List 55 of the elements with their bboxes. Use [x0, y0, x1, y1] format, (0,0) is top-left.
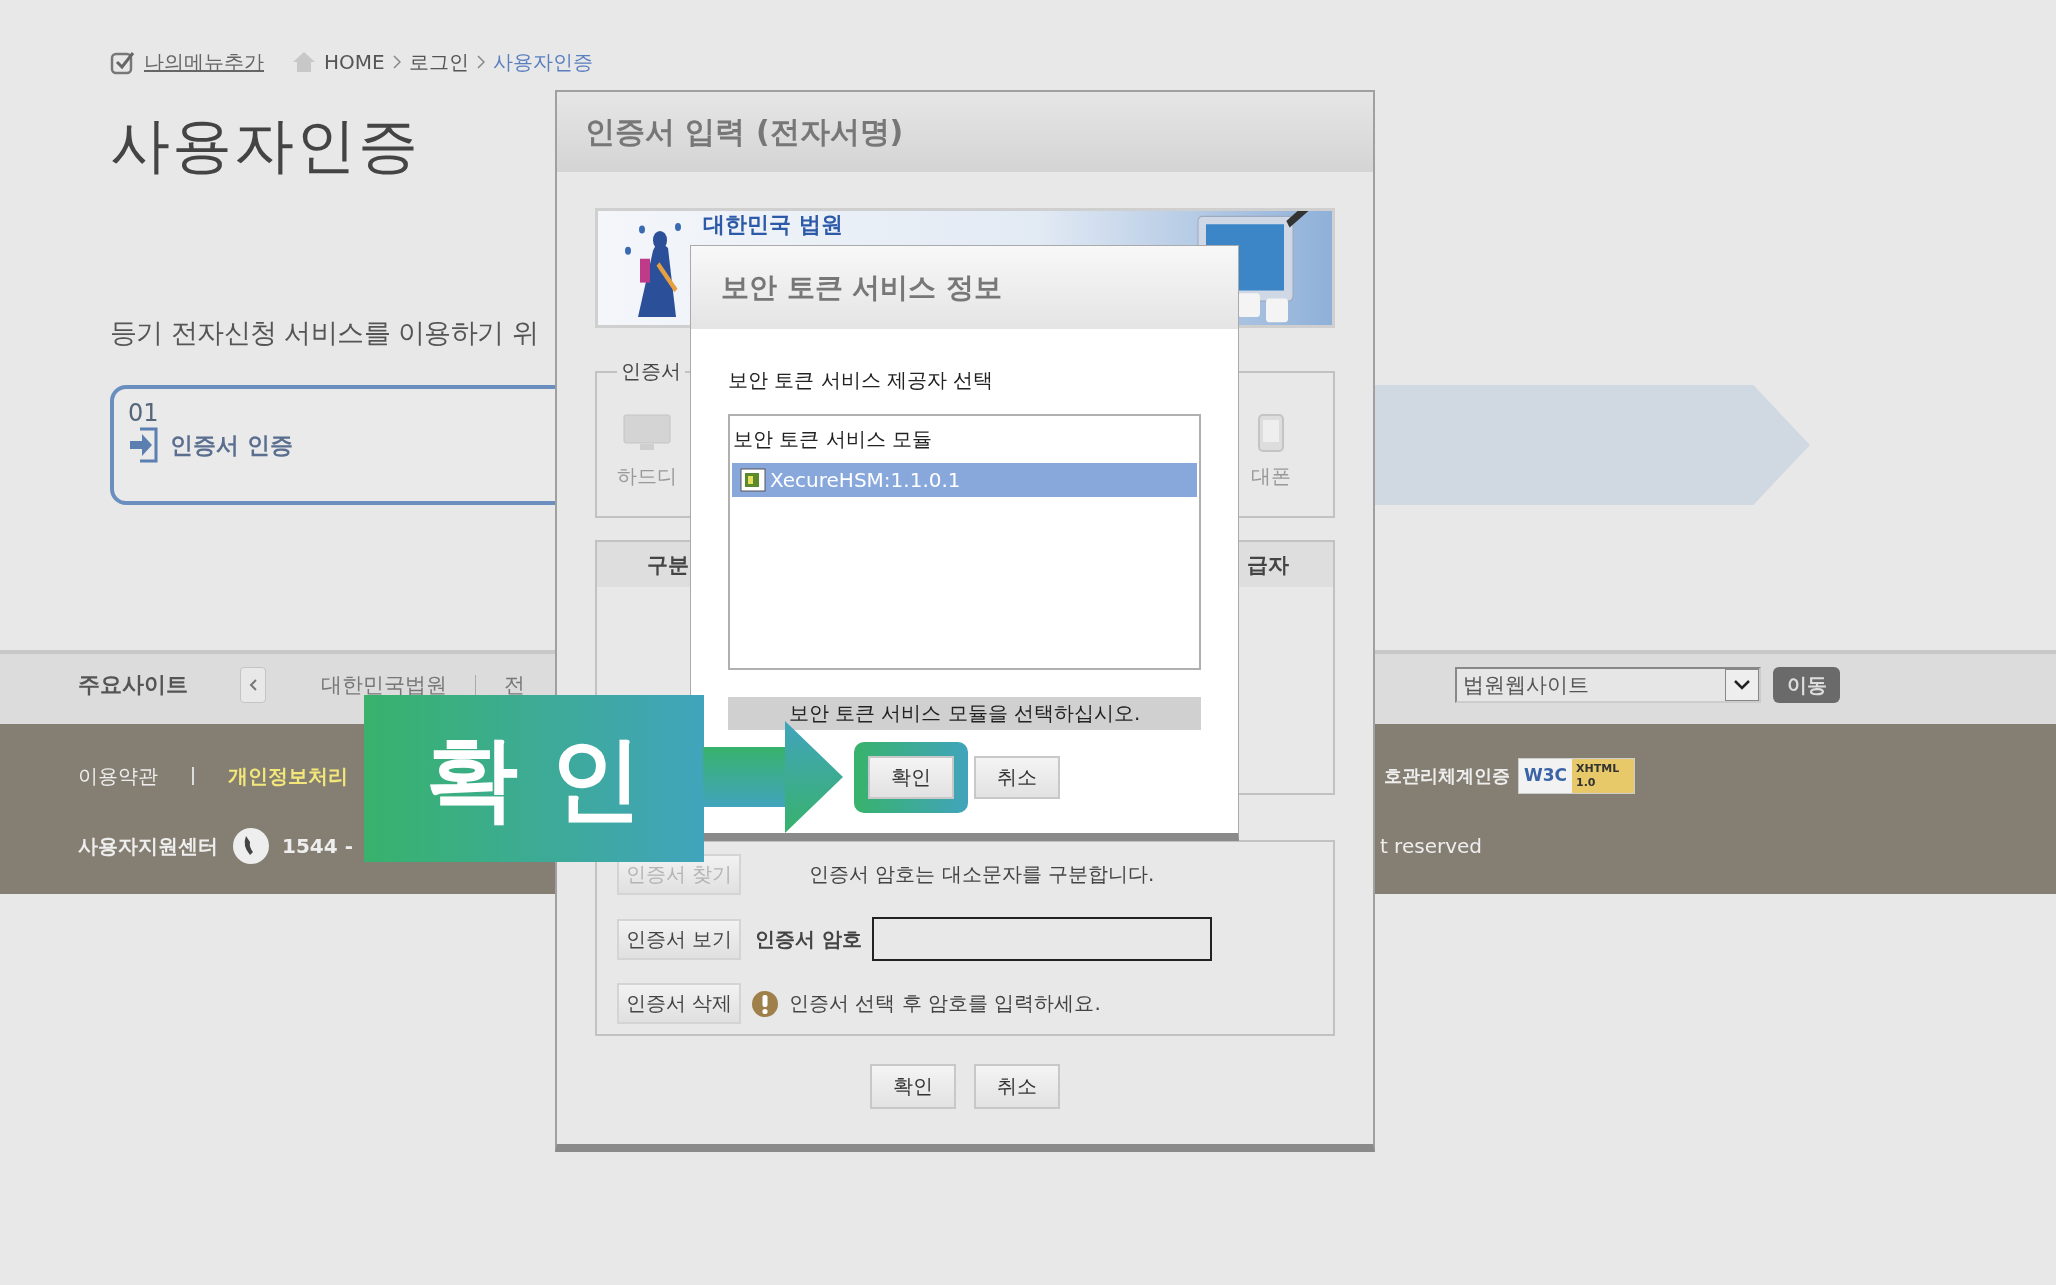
dialog-title: 인증서 입력 (전자서명): [585, 112, 904, 151]
group-legend: 인증서: [617, 358, 685, 385]
breadcrumb-link[interactable]: 로그인: [408, 48, 469, 76]
checkbox-icon: [110, 49, 136, 75]
badge-text: W3C: [1518, 759, 1572, 793]
chevron-icon: [248, 678, 258, 692]
support-label: 사용자지원센터: [78, 832, 218, 860]
home-icon: [292, 51, 316, 73]
banner-text: 대한민국 법원: [703, 213, 843, 238]
intro-text: 등기 전자신청 서비스를 이용하기 위: [110, 316, 538, 350]
action-button[interactable]: 인증서 보기: [617, 918, 741, 960]
case-note: 인증서 암호는 대소문자를 구분합니다.: [809, 861, 1155, 888]
step-label: 인증서 인증: [170, 430, 293, 460]
prompt-text: 보안 토큰 서비스 제공자 선택: [728, 367, 995, 394]
page-title: 사용자인증: [110, 109, 420, 182]
phone-number: 1544 -: [282, 834, 353, 858]
rights-text: t reserved: [1379, 834, 1482, 858]
callout-text: 확 인: [426, 723, 642, 834]
go-button[interactable]: 이동: [1773, 667, 1840, 703]
list-item[interactable]: XecureHSM:1.1.0.1: [732, 463, 1197, 497]
dialog-button[interactable]: 확인: [868, 756, 954, 799]
dialog-button[interactable]: 취소: [974, 756, 1060, 799]
warning-text: 인증서 선택 후 암호를 입력하세요.: [789, 990, 1101, 1017]
dialog-title: 보안 토큰 서비스 정보: [721, 269, 1003, 306]
phone-icon: [1256, 413, 1286, 453]
footer-link[interactable]: 개인정보처리: [228, 762, 348, 790]
dialog-button[interactable]: 확인: [870, 1064, 956, 1109]
breadcrumb-link[interactable]: 사용자인증: [492, 48, 593, 76]
column-header: 구분: [647, 551, 689, 579]
list-header: 보안 토큰 서비스 모듈: [732, 426, 934, 453]
chevron-icon: [392, 55, 401, 69]
column-header: 급자: [1247, 551, 1289, 579]
badge-text: XHTML 1.0: [1572, 759, 1634, 793]
phone-icon: [232, 827, 270, 865]
step-number: 01: [128, 399, 159, 427]
footer-link[interactable]: 이용약관: [78, 762, 158, 790]
password-field[interactable]: [871, 917, 1212, 961]
action-button[interactable]: 인증서 삭제: [617, 983, 741, 1024]
login-icon: [128, 427, 160, 463]
warning-icon: [751, 989, 779, 1018]
site-link[interactable]: 전: [504, 674, 525, 696]
chevron-icon: [1733, 679, 1751, 691]
certification-text: 호관리체계인증: [1383, 764, 1510, 788]
chevron-icon: [476, 55, 485, 69]
previous-button[interactable]: [240, 667, 266, 703]
monitor-icon: [622, 413, 672, 453]
breadcrumb-link[interactable]: HOME: [324, 50, 385, 74]
module-icon: [740, 468, 766, 492]
status-text: 보안 토큰 서비스 모듈을 선택하십시오.: [728, 697, 1201, 730]
my-menu-link[interactable]: 나의메뉴추가: [144, 48, 264, 76]
site-link[interactable]: 대한민국법원: [321, 674, 447, 696]
dialog-button[interactable]: 취소: [974, 1064, 1060, 1109]
password-label: 인증서 암호: [755, 925, 862, 953]
site-select[interactable]: 법원웹사이트: [1455, 667, 1761, 703]
site-bar-label: 주요사이트: [78, 671, 189, 699]
